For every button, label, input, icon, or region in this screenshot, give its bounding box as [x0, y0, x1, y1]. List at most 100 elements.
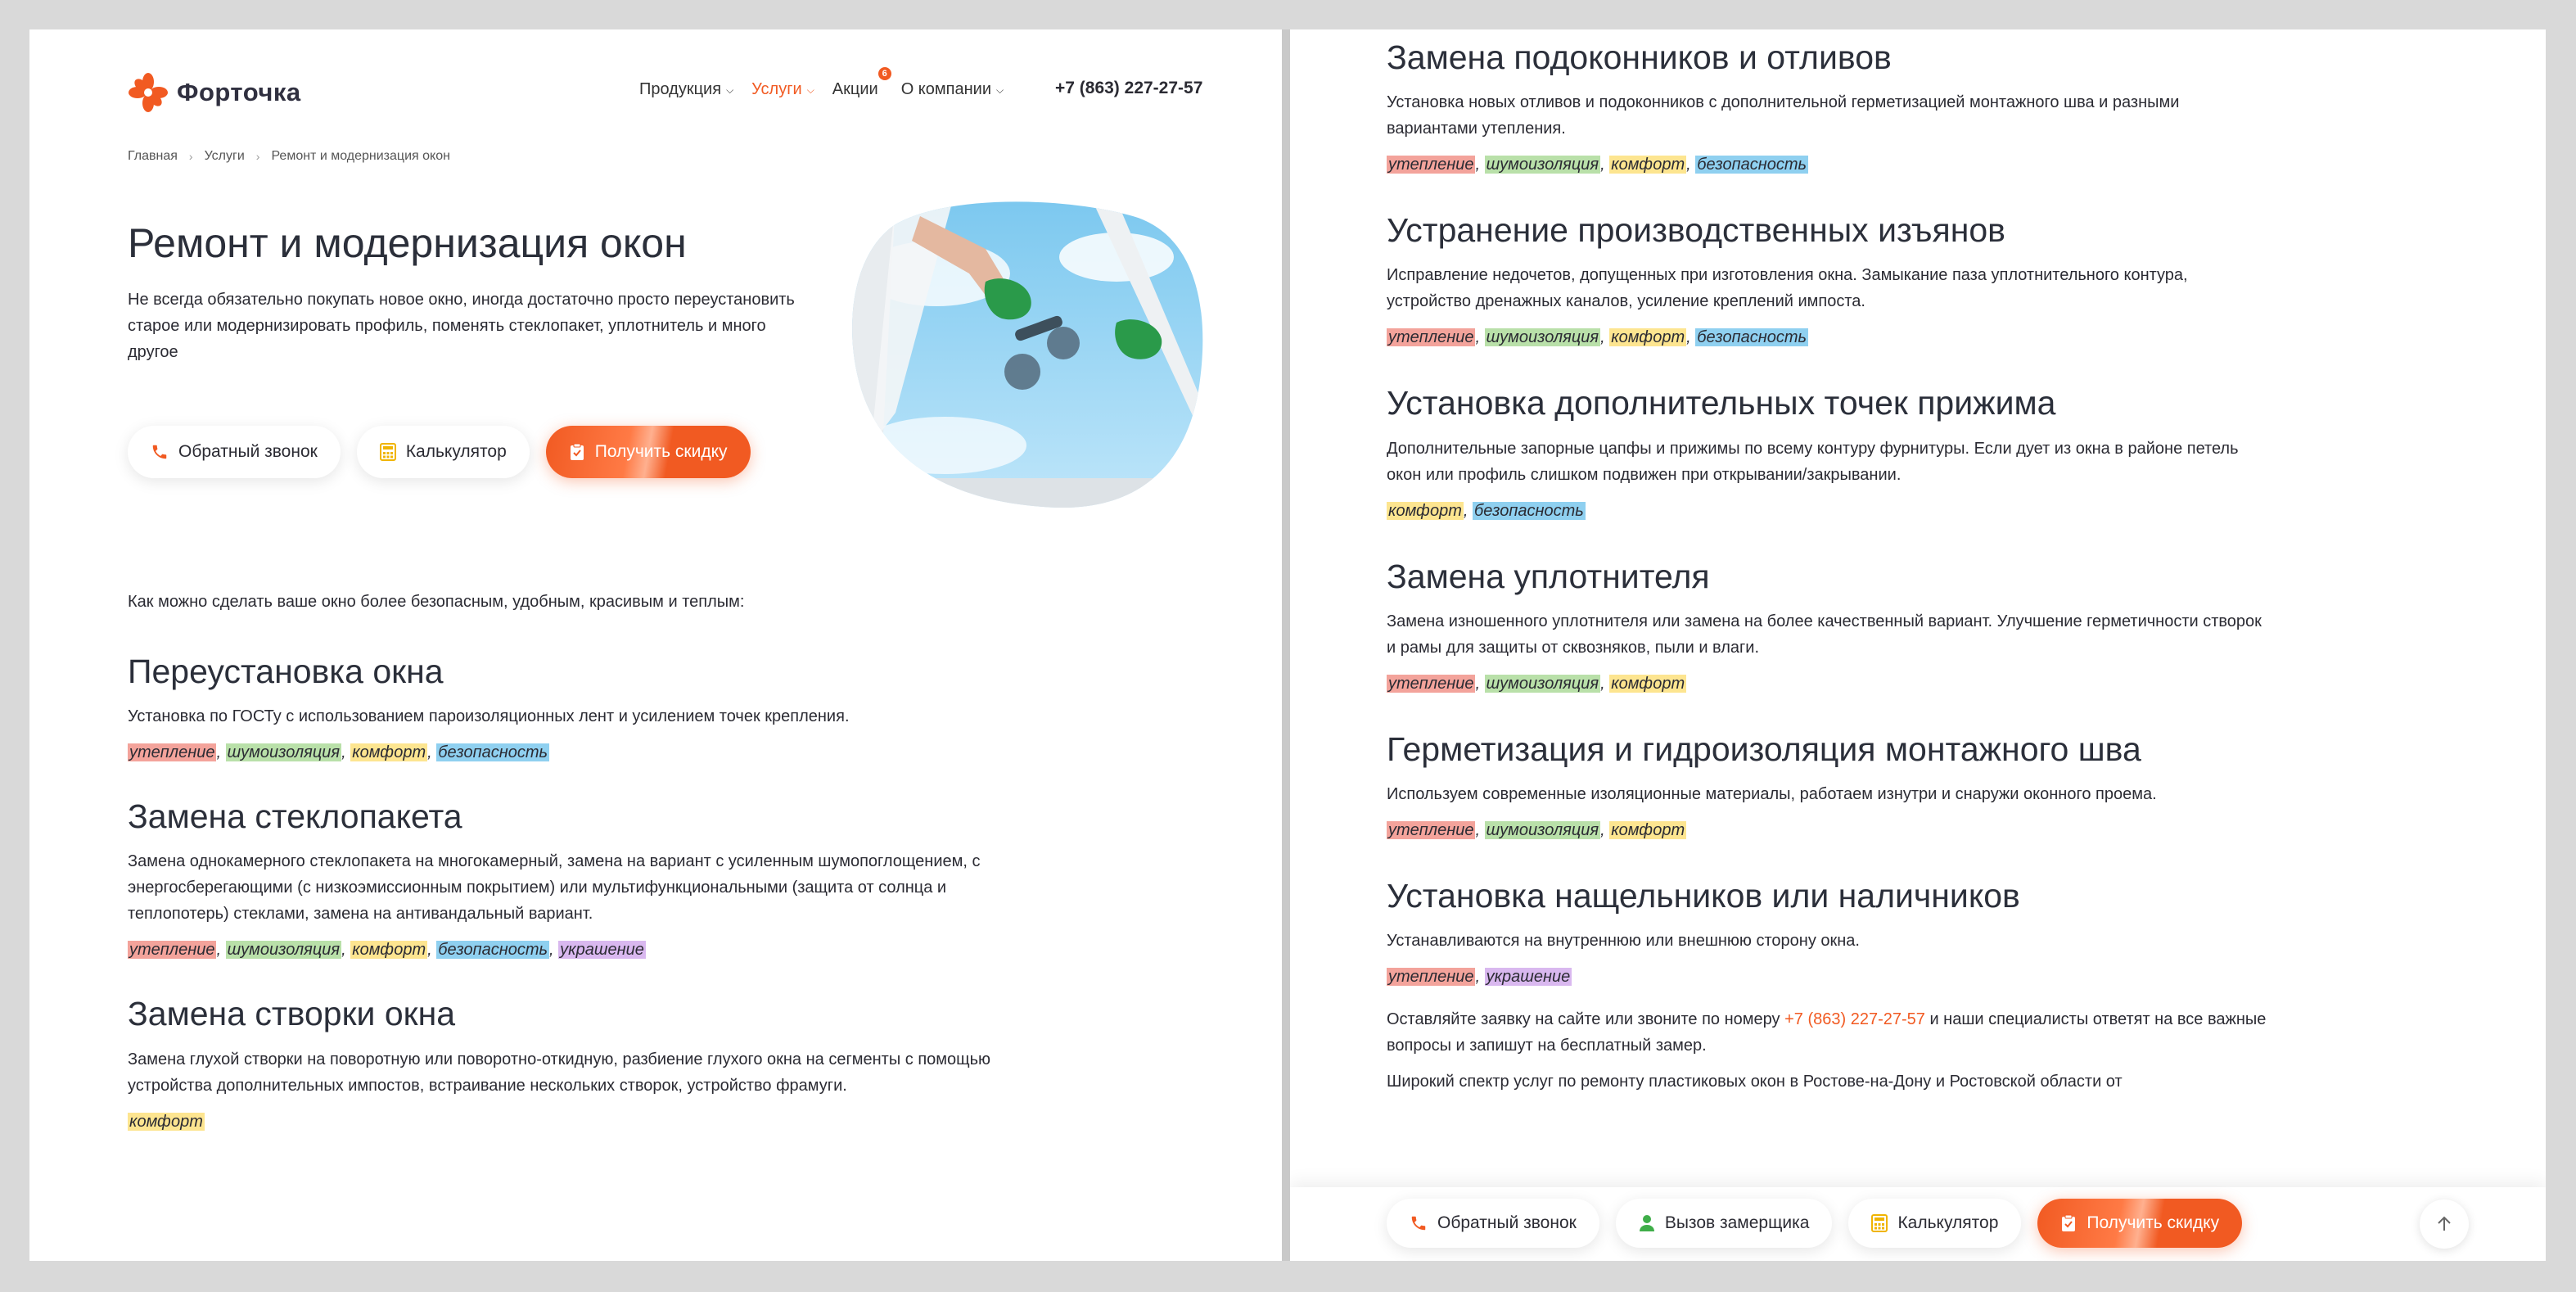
- promotions-count-badge: 6: [877, 67, 891, 80]
- tag: шумоизоляция: [1484, 674, 1601, 693]
- service-item: Герметизация и гидроизоляция монтажного …: [1387, 730, 2271, 842]
- service-tags: утепление, шумоизоляция, комфорт: [1387, 674, 1687, 693]
- service-title: Замена уплотнителя: [1387, 557, 1710, 595]
- tag: комфорт: [1387, 501, 1464, 520]
- service-text: Установка по ГОСТу с использованием паро…: [128, 707, 850, 726]
- tag: утепление: [1387, 156, 1476, 174]
- scroll-to-top-button[interactable]: [2420, 1199, 2469, 1249]
- tag: украшение: [1484, 968, 1572, 987]
- tag: безопасность: [1695, 156, 1809, 174]
- breadcrumb-home[interactable]: Главная: [128, 149, 178, 164]
- service-item: Установка нащельников или наличников Уст…: [1387, 876, 2271, 988]
- nav-item-products[interactable]: Продукция ⌵: [639, 80, 733, 99]
- nav-item-promotions[interactable]: Акции 6: [832, 67, 891, 99]
- service-item: Устранение производственных изъянов Испр…: [1387, 210, 2271, 349]
- logo[interactable]: Форточка: [128, 72, 301, 113]
- service-title: Герметизация и гидроизоляция монтажного …: [1387, 730, 2141, 768]
- service-item: Замена стеклопакета Замена однокамерного…: [128, 797, 995, 961]
- calculator-icon: [379, 443, 396, 461]
- page-description: Не всегда обязательно покупать новое окн…: [128, 291, 795, 361]
- tag: шумоизоляция: [1484, 156, 1601, 174]
- service-text: Замена глухой створки на поворотную или …: [128, 1050, 991, 1095]
- service-text: Установка новых отливов и подоконников с…: [1387, 93, 2180, 138]
- service-tags: утепление, шумоизоляция, комфорт: [1387, 820, 1687, 839]
- tag: комфорт: [350, 941, 428, 960]
- tag: утепление: [128, 941, 217, 960]
- arrow-up-icon: [2438, 1216, 2451, 1231]
- contact-phone-link[interactable]: +7 (863) 227-27-57: [1784, 1010, 1925, 1028]
- service-item: Установка дополнительных точек прижима Д…: [1387, 383, 2271, 522]
- window-repair-photo: [852, 201, 1203, 508]
- left-page-view: Форточка Продукция ⌵ Услуги ⌵ Акции 6 О …: [29, 29, 1282, 1261]
- tag: безопасность: [436, 743, 550, 762]
- header-phone-link[interactable]: +7 (863) 227-27-57: [1055, 79, 1202, 98]
- chevron-right-icon: ›: [188, 150, 193, 163]
- callback-button[interactable]: Обратный звонок: [1387, 1199, 1599, 1248]
- tag: утепление: [1387, 968, 1476, 987]
- region-paragraph: Широкий спектр услуг по ремонту пластико…: [1387, 1073, 2123, 1091]
- service-tags: утепление, украшение: [1387, 968, 1572, 987]
- tag: украшение: [558, 941, 646, 960]
- panel-divider: [1282, 29, 1290, 1261]
- tag: комфорт: [1609, 156, 1687, 174]
- service-title: Устранение производственных изъянов: [1387, 211, 2005, 250]
- service-item: Переустановка окна Установка по ГОСТу с …: [128, 652, 995, 764]
- service-item: Замена створки окна Замена глухой створк…: [128, 994, 995, 1132]
- service-tags: комфорт: [128, 1110, 995, 1133]
- service-title: Замена стеклопакета: [128, 797, 462, 836]
- breadcrumb-services[interactable]: Услуги: [205, 149, 245, 164]
- breadcrumb: Главная › Услуги › Ремонт и модернизация…: [128, 149, 450, 164]
- intro-text: Как можно сделать ваше окно более безопа…: [128, 593, 745, 611]
- service-item: Замена подоконников и отливов Установка …: [1387, 38, 2271, 176]
- get-discount-button[interactable]: Получить скидку: [545, 426, 751, 478]
- service-tags: утепление, шумоизоляция, комфорт, безопа…: [128, 743, 550, 762]
- breadcrumb-current: Ремонт и модернизация окон: [271, 149, 450, 163]
- tag: утепление: [128, 743, 217, 762]
- service-title: Замена створки окна: [128, 995, 456, 1033]
- nav-label: Акции: [832, 80, 878, 98]
- get-discount-button[interactable]: Получить скидку: [2037, 1199, 2243, 1248]
- calculator-button-label: Калькулятор: [1897, 1213, 1999, 1232]
- calculator-button-label: Калькулятор: [405, 442, 507, 461]
- service-item: Замена уплотнителя Замена изношенного уп…: [1387, 557, 2271, 695]
- service-text: Исправление недочетов, допущенных при из…: [1387, 266, 2188, 311]
- flower-logo-icon: [129, 73, 168, 112]
- call-measurer-button[interactable]: Вызов замерщика: [1615, 1199, 1833, 1248]
- service-text: Устанавливаются на внутреннюю или внешню…: [1387, 932, 1860, 951]
- tag: шумоизоляция: [1484, 328, 1601, 347]
- tag: безопасность: [436, 941, 550, 960]
- service-tags: комфорт, безопасность: [1387, 501, 1586, 520]
- service-text: Замена однокамерного стеклопакета на мно…: [128, 852, 981, 924]
- contact-text-before: Оставляйте заявку на сайте или звоните п…: [1387, 1010, 1785, 1029]
- calculator-button[interactable]: Калькулятор: [356, 426, 530, 478]
- chevron-down-icon: ⌵: [806, 84, 814, 96]
- tag: комфорт: [1609, 674, 1687, 693]
- logo-text: Форточка: [177, 78, 301, 106]
- nav-item-services[interactable]: Услуги ⌵: [751, 80, 814, 99]
- nav-label: О компании: [900, 80, 991, 98]
- tag: безопасность: [1473, 501, 1586, 520]
- calculator-button[interactable]: Калькулятор: [1848, 1199, 2022, 1248]
- phone-icon: [1410, 1214, 1428, 1232]
- tag: комфорт: [350, 743, 428, 762]
- service-text: Дополнительные запорные цапфы и прижимы …: [1387, 439, 2239, 484]
- services-list-left: Переустановка окна Установка по ГОСТу с …: [128, 652, 995, 1133]
- tag: утепление: [1387, 820, 1476, 839]
- nav-label: Продукция: [639, 80, 722, 98]
- nav-item-about[interactable]: О компании ⌵: [901, 80, 1004, 99]
- services-list-right: Замена подоконников и отливов Установка …: [1387, 38, 2271, 1095]
- callback-button-label: Обратный звонок: [1437, 1213, 1577, 1232]
- contact-paragraph: Оставляйте заявку на сайте или звоните п…: [1387, 1006, 2271, 1059]
- service-title: Переустановка окна: [128, 653, 444, 690]
- phone-icon: [151, 443, 169, 461]
- service-title: Установка нащельников или наличников: [1387, 876, 2020, 915]
- sticky-action-bar: Обратный звонок Вызов замерщика Калькуля…: [1290, 1187, 2546, 1261]
- service-tags: утепление, шумоизоляция, комфорт, безопа…: [128, 941, 646, 960]
- nav-label: Услуги: [751, 80, 802, 98]
- calculator-icon: [1871, 1214, 1888, 1232]
- call-measurer-button-label: Вызов замерщика: [1664, 1213, 1810, 1232]
- service-title: Замена подоконников и отливов: [1387, 38, 1892, 76]
- callback-button[interactable]: Обратный звонок: [128, 426, 341, 478]
- tag: шумоизоляция: [1484, 820, 1601, 839]
- service-title: Установка дополнительных точек прижима: [1387, 384, 2056, 422]
